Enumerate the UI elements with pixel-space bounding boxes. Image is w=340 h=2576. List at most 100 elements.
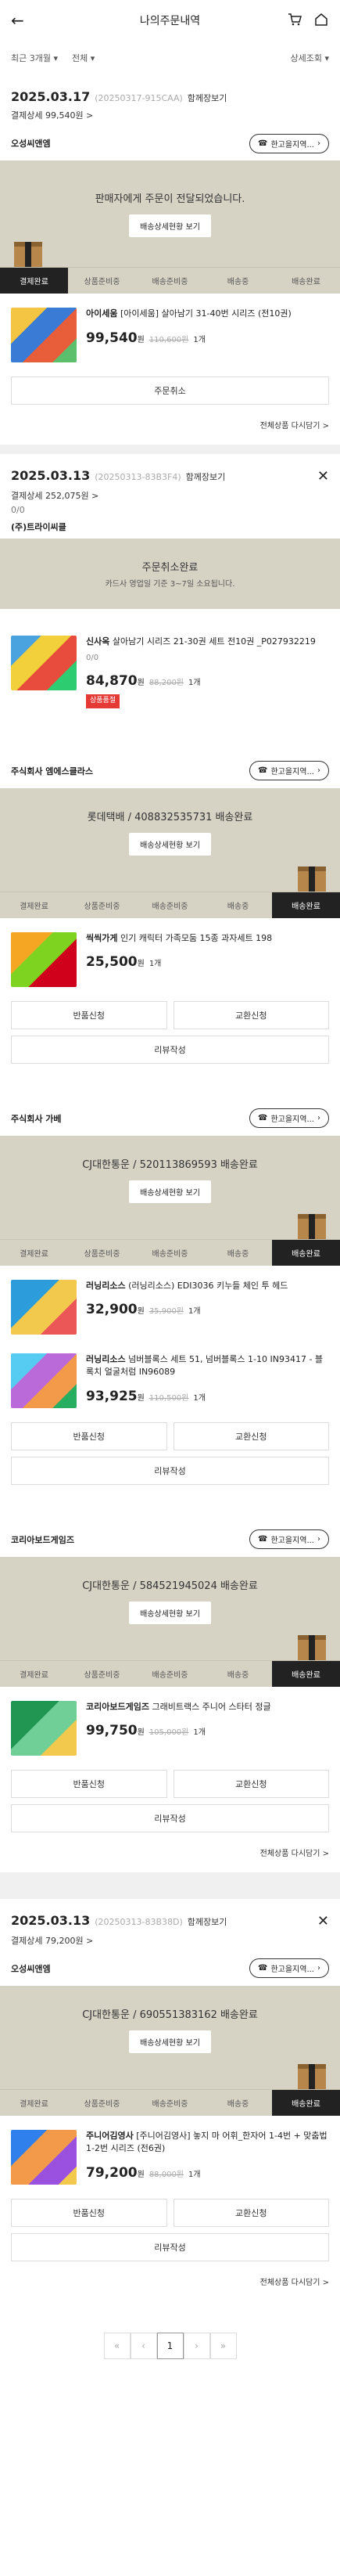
chevron-right-icon: › bbox=[317, 766, 320, 775]
order-date: 2025.03.13 bbox=[11, 468, 91, 483]
parcel-button[interactable]: ☎ 한고을지역... › bbox=[249, 1529, 329, 1549]
product-brand: 신사옥 bbox=[86, 636, 110, 647]
return-button[interactable]: 반품신청 bbox=[11, 1421, 167, 1450]
parcel-button[interactable]: ☎ 한고을지역... › bbox=[249, 1108, 329, 1128]
shipping-detail-button[interactable]: 배송상세현황 보기 bbox=[129, 2030, 211, 2053]
product-thumbnail[interactable] bbox=[11, 931, 77, 987]
pagination: « ‹ 1 › » bbox=[0, 2301, 340, 2390]
return-button[interactable]: 반품신청 bbox=[11, 2198, 167, 2227]
product-item[interactable]: 코리아보드게임즈 그래비트랙스 주니어 스타터 정글 99,750원 105,00… bbox=[0, 1687, 340, 1770]
product-thumbnail[interactable] bbox=[11, 1279, 77, 1335]
order-date: 2025.03.17 bbox=[11, 89, 91, 104]
parcel-button[interactable]: ☎ 한고을지역... › bbox=[249, 761, 329, 780]
prev-page-button[interactable]: ‹ bbox=[130, 2332, 157, 2359]
together-badge: 함께장보기 bbox=[185, 472, 226, 482]
box-icon bbox=[14, 242, 42, 267]
type-dropdown[interactable]: 전체 ▾ bbox=[72, 52, 95, 64]
quantity: 1개 bbox=[188, 678, 201, 687]
product-item[interactable]: 아이세움 [아이세움] 살아남기 31-40번 시리즈 (전10권) 99,54… bbox=[0, 294, 340, 376]
review-button[interactable]: 리뷰작성 bbox=[11, 1035, 329, 1064]
product-price: 99,540원 bbox=[86, 330, 145, 346]
progress-steps: 결제완료 상품준비중 배송준비중 배송중 배송완료 bbox=[0, 1659, 340, 1687]
exchange-button[interactable]: 교환신청 bbox=[173, 1769, 329, 1798]
seller-name: 주식회사 엠에스클라스 bbox=[11, 766, 94, 776]
phone-icon: ☎ bbox=[257, 1535, 268, 1544]
payment-detail-link[interactable]: 결제상세 99,540원 > bbox=[0, 104, 340, 121]
payment-detail-link[interactable]: 결제상세 79,200원 > bbox=[0, 1929, 340, 1947]
product-thumbnail[interactable] bbox=[11, 2129, 77, 2185]
step: 배송중 bbox=[227, 902, 249, 911]
review-button[interactable]: 리뷰작성 bbox=[11, 2232, 329, 2261]
exchange-button[interactable]: 교환신청 bbox=[173, 1421, 329, 1450]
phone-icon: ☎ bbox=[257, 139, 268, 148]
reorder-all-link[interactable]: 전체상품 다시담기 > bbox=[0, 1839, 340, 1872]
step: 결제완료 bbox=[20, 1670, 48, 1680]
reorder-all-link[interactable]: 전체상품 다시담기 > bbox=[0, 411, 340, 445]
product-brand: 주니어김영사 bbox=[86, 2130, 134, 2141]
product-price: 93,925원 bbox=[86, 1388, 145, 1404]
shipping-detail-button[interactable]: 배송상세현황 보기 bbox=[129, 1180, 211, 1203]
payment-sub: 0/0 bbox=[11, 505, 25, 515]
cart-icon[interactable] bbox=[287, 12, 302, 30]
payment-detail-link[interactable]: 결제상세 252,075원 > bbox=[0, 485, 340, 502]
product-brand: 러닝리소스 bbox=[86, 1353, 126, 1364]
last-page-button[interactable]: » bbox=[209, 2332, 237, 2359]
review-button[interactable]: 리뷰작성 bbox=[11, 1456, 329, 1485]
return-button[interactable]: 반품신청 bbox=[11, 1000, 167, 1029]
shipping-detail-button[interactable]: 배송상세현황 보기 bbox=[129, 832, 211, 856]
cancel-order-button[interactable]: 주문취소 bbox=[11, 376, 329, 405]
product-brand: 코리아보드게임즈 bbox=[86, 1701, 149, 1712]
quantity: 1개 bbox=[193, 335, 206, 344]
return-button[interactable]: 반품신청 bbox=[11, 1769, 167, 1798]
product-thumbnail[interactable] bbox=[11, 1353, 77, 1408]
step: 상품준비중 bbox=[84, 902, 120, 911]
step: 배송완료 bbox=[292, 278, 320, 286]
status-banner: CJ대한통운 / 690551383162 배송완료 배송상세현황 보기 bbox=[0, 1985, 340, 2089]
parcel-button[interactable]: ☎ 한고을지역... › bbox=[249, 1958, 329, 1978]
first-page-button[interactable]: « bbox=[103, 2332, 131, 2359]
seller-name: 오성씨앤엠 bbox=[11, 139, 51, 149]
box-icon bbox=[298, 1634, 326, 1660]
product-thumbnail[interactable] bbox=[11, 1700, 77, 1756]
step: 결제완료 bbox=[20, 1249, 48, 1259]
next-page-button[interactable]: › bbox=[183, 2332, 210, 2359]
original-price: 110,500원 bbox=[149, 1393, 189, 1403]
shipping-detail-button[interactable]: 배송상세현황 보기 bbox=[129, 1601, 211, 1624]
exchange-button[interactable]: 교환신청 bbox=[173, 1000, 329, 1029]
section-divider bbox=[0, 1872, 340, 1899]
close-icon[interactable]: ✕ bbox=[317, 1913, 329, 1929]
seller-row: 주식회사 가베 ☎ 한고을지역... › bbox=[0, 1101, 340, 1136]
product-item[interactable]: 주니어김영사 [주니어김영사] 놓지 마 어휘_한자어 1-4번 + 맞춤법 1… bbox=[0, 2116, 340, 2199]
product-thumbnail[interactable] bbox=[11, 308, 77, 362]
reorder-all-link[interactable]: 전체상품 다시담기 > bbox=[0, 2268, 340, 2301]
parcel-button[interactable]: ☎ 한고을지역... › bbox=[249, 133, 329, 153]
chevron-right-icon: › bbox=[317, 139, 320, 148]
original-price: 88,000원 bbox=[149, 2170, 184, 2179]
period-dropdown[interactable]: 최근 3개월 ▾ bbox=[11, 52, 58, 64]
page-number[interactable]: 1 bbox=[156, 2332, 184, 2359]
top-header: ← 나의주문내역 bbox=[0, 0, 340, 41]
progress-steps: 결제완료 상품준비중 배송준비중 배송중 배송완료 bbox=[0, 267, 340, 294]
back-arrow-icon[interactable]: ← bbox=[11, 11, 24, 30]
quantity: 1개 bbox=[188, 2170, 201, 2179]
exchange-button[interactable]: 교환신청 bbox=[173, 2198, 329, 2227]
product-brand: 아이세움 bbox=[86, 308, 118, 319]
product-item[interactable]: 씩씩가게 인기 캐릭터 가족모둠 15종 과자세트 198 25,500원 1개 bbox=[0, 918, 340, 1001]
product-item[interactable]: 러닝리소스 (러닝리소스) EDI3036 키누들 체인 투 헤드 32,900… bbox=[0, 1266, 340, 1349]
product-item[interactable]: 러닝리소스 넘버블록스 세트 51, 넘버블록스 1-10 IN93417 - … bbox=[0, 1349, 340, 1422]
shipping-detail-button[interactable]: 배송상세현황 보기 bbox=[129, 214, 211, 237]
together-badge: 함께장보기 bbox=[187, 1916, 227, 1927]
review-button[interactable]: 리뷰작성 bbox=[11, 1803, 329, 1832]
product-title: 살아남기 시리즈 21-30권 세트 전10권 _P027932219 bbox=[112, 636, 316, 647]
detail-search-button[interactable]: 상세조회 ▾ bbox=[290, 52, 329, 64]
product-item[interactable]: 신사옥 살아남기 시리즈 21-30권 세트 전10권 _P027932219 … bbox=[0, 609, 340, 722]
product-thumbnail[interactable] bbox=[11, 636, 77, 690]
section-divider bbox=[0, 445, 340, 454]
original-price: 35,900원 bbox=[149, 1307, 184, 1316]
home-icon[interactable] bbox=[313, 12, 329, 30]
product-price: 79,200원 bbox=[86, 2164, 145, 2181]
close-icon[interactable]: ✕ bbox=[317, 468, 329, 485]
step: 결제완료 bbox=[0, 268, 68, 294]
soldout-badge: 상품품절 bbox=[86, 694, 120, 708]
status-message: 주문취소완료 bbox=[141, 562, 199, 574]
